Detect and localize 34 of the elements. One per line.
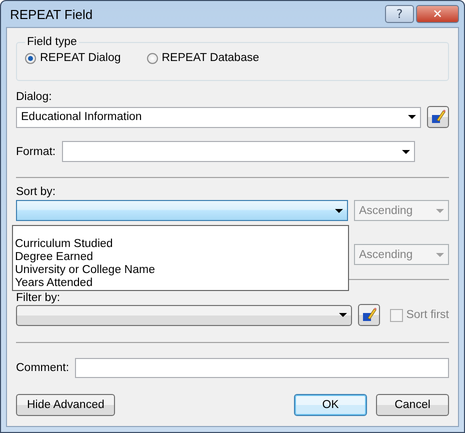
radio-button[interactable] (25, 52, 36, 64)
edit-button[interactable] (427, 106, 449, 128)
field-label: Sort by: (16, 186, 57, 198)
pencil-icon (361, 307, 378, 323)
dropdown-arrow-icon (339, 313, 348, 317)
dialog-button[interactable]: Hide Advanced (16, 394, 116, 416)
dropdown-arrow-icon (335, 208, 343, 212)
help-button[interactable]: ? (385, 5, 414, 23)
list-item[interactable]: Years Attended (14, 277, 347, 290)
list-item[interactable]: Degree Earned (14, 251, 347, 264)
dialog-combo[interactable]: Educational Information (16, 106, 421, 128)
radio-label[interactable]: REPEAT Dialog (40, 52, 121, 64)
filter-combo[interactable] (16, 304, 352, 326)
group-legend: Field type (25, 36, 79, 48)
window-title: REPEAT Field (9, 6, 93, 22)
format-combo[interactable] (62, 141, 415, 162)
field-label: Dialog: (16, 91, 53, 103)
dialog-button[interactable]: Cancel (376, 394, 449, 416)
dropdown-arrow-icon (408, 115, 416, 119)
comment-field[interactable] (75, 358, 449, 378)
dropdown-arrow-icon (436, 208, 444, 212)
dropdown-arrow-icon (436, 252, 444, 256)
sort-combo[interactable] (16, 200, 348, 221)
radio-button[interactable] (146, 52, 158, 64)
pencil-icon (430, 109, 446, 125)
list-item[interactable]: University or College Name (14, 264, 347, 277)
list-item[interactable]: Curriculum Studied (14, 238, 347, 251)
dialog-button[interactable]: OK (294, 394, 367, 416)
field-label: Comment: (16, 362, 70, 374)
field-label: Format: (16, 146, 56, 158)
dropdown-arrow-icon (402, 150, 410, 154)
edit-button[interactable] (358, 304, 380, 326)
field-label: Filter by: (16, 292, 62, 304)
radio-label[interactable]: REPEAT Database (162, 52, 260, 64)
